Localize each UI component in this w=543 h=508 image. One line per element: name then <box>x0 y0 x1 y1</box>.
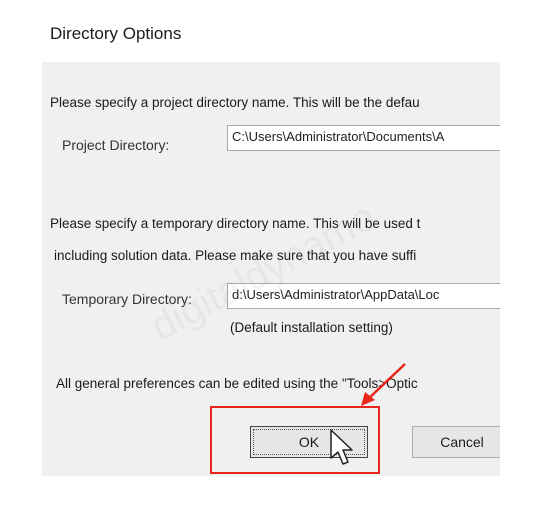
temporary-directory-label: Temporary Directory: <box>62 291 192 307</box>
dialog-title: Directory Options <box>50 24 182 43</box>
temporary-directory-input[interactable]: d:\Users\Administrator\AppData\Loc <box>227 283 500 309</box>
mouse-pointer-icon <box>330 429 353 465</box>
default-setting-note: (Default installation setting) <box>230 320 393 335</box>
directory-options-dialog: Please specify a project directory name.… <box>42 62 500 476</box>
red-arrow-icon <box>361 363 406 406</box>
project-directory-description: Please specify a project directory name.… <box>50 95 420 110</box>
project-directory-input[interactable]: C:\Users\Administrator\Documents\A <box>227 125 500 151</box>
cancel-button[interactable]: Cancel <box>412 426 500 458</box>
project-directory-label: Project Directory: <box>62 137 170 153</box>
temporary-directory-description-line2: including solution data. Please make sur… <box>54 248 417 263</box>
temporary-directory-description-line1: Please specify a temporary directory nam… <box>50 216 421 231</box>
